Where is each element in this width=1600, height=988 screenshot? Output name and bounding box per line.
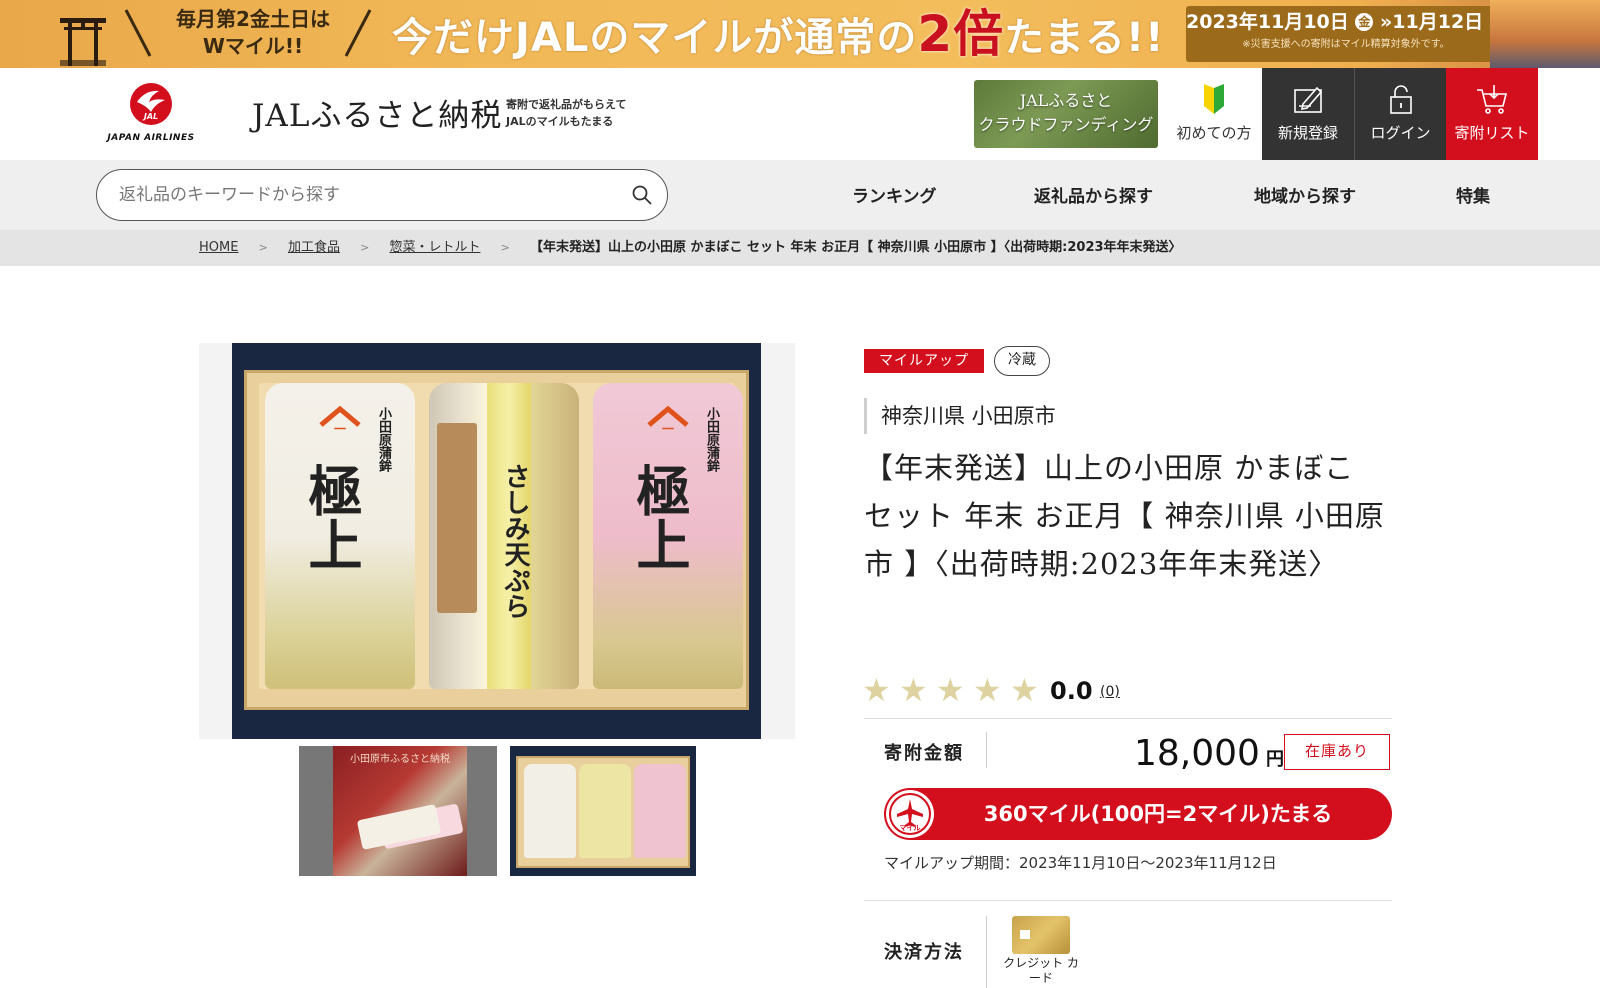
first-time-button[interactable]: 初めての方: [1168, 68, 1260, 160]
promo-period: 2023年11月10日 金 »11月12日 日 ※災害支援への寄附はマイル精算対…: [1186, 6, 1508, 62]
search-icon[interactable]: [631, 184, 653, 206]
search-input[interactable]: [119, 182, 599, 208]
breadcrumb-separator: >: [500, 241, 510, 254]
search-box: [96, 169, 668, 221]
star-icon: ★: [899, 671, 928, 709]
login-button[interactable]: ログイン: [1354, 68, 1446, 160]
main-product-image[interactable]: 一 小田原蒲鉾 極上 さしみ天ぷら 一 小田原蒲鉾 極上: [199, 343, 795, 739]
breadcrumb-processed-food[interactable]: 加工食品: [288, 240, 340, 255]
yamaichi-mark-icon: 一: [319, 405, 361, 435]
kamaboko-white-pack: 一 小田原蒲鉾 極上: [265, 383, 415, 689]
promo-lead: 毎月第2金土日は Wマイル!!: [176, 7, 330, 58]
star-icon: ★: [862, 671, 891, 709]
municipality[interactable]: 神奈川県 小田原市: [864, 398, 1056, 434]
crowdfunding-banner[interactable]: JALふるさと クラウドファンディング: [974, 80, 1158, 148]
register-button[interactable]: 新規登録: [1262, 68, 1354, 160]
pencil-icon: [1294, 86, 1323, 113]
stock-status-badge: 在庫あり: [1284, 734, 1390, 770]
divider: [986, 732, 987, 768]
torii-icon: [60, 18, 106, 66]
swoosh-icon: [124, 9, 152, 57]
lock-icon: [1389, 85, 1412, 114]
svg-text:一: 一: [662, 422, 674, 435]
mileup-tag: マイルアップ: [864, 349, 984, 373]
breadcrumb-current: 【年末発送】山上の小田原 かまぼこ セット 年末 お正月【 神奈川県 小田原市 …: [529, 240, 1182, 255]
product-title: 【年末発送】山上の小田原 かまぼこ セット 年末 お正月【 神奈川県 小田原市 …: [864, 451, 1385, 581]
nav-features[interactable]: 特集: [1456, 182, 1490, 207]
svg-text:一: 一: [334, 422, 346, 435]
donation-amount: 18,000 円: [1134, 733, 1284, 774]
nav-search-by-region[interactable]: 地域から探す: [1254, 182, 1356, 207]
site-title[interactable]: JALふるさと納税: [252, 90, 502, 135]
miles-banner: マイル 360マイル(100円=2マイル)たまる: [884, 788, 1392, 840]
divider: [864, 900, 1392, 901]
breadcrumb: HOME > 加工食品 > 惣菜・レトルト > 【年末発送】山上の小田原 かまぼ…: [0, 230, 1600, 266]
breadcrumb-side-dishes[interactable]: 惣菜・レトルト: [389, 240, 480, 255]
main-nav: ランキング 返礼品から探す 地域から探す 特集: [0, 160, 1600, 230]
sashimi-tempura-pack: さしみ天ぷら: [429, 383, 579, 689]
nav-ranking[interactable]: ランキング: [852, 182, 937, 207]
miles-badge: マイル: [886, 790, 934, 838]
yamaichi-mark-icon: 一: [647, 405, 689, 435]
swoosh-icon: [344, 9, 372, 57]
jal-logo[interactable]: JAL JAPAN AIRLINES: [96, 82, 206, 148]
star-icon: ★: [1010, 671, 1039, 709]
review-count-link[interactable]: (0): [1100, 680, 1120, 704]
divider: [864, 718, 1392, 719]
promo-banner[interactable]: 毎月第2金土日は Wマイル!! 今だけJALのマイルが通常の2倍たまる!! 20…: [0, 0, 1600, 68]
promo-sunset-image: [1490, 0, 1600, 68]
promo-headline: 今だけJALのマイルが通常の2倍たまる!!: [392, 5, 1165, 63]
breadcrumb-home[interactable]: HOME: [199, 240, 238, 255]
site-tagline: 寄附で返礼品がもらえて JALのマイルもたまる: [506, 98, 627, 128]
kamaboko-pink-pack: 一 小田原蒲鉾 極上: [593, 383, 743, 689]
divider: [986, 916, 987, 988]
mileup-period: マイルアップ期間：2023年11月10日〜2023年11月12日: [884, 854, 1277, 872]
rating-value: 0.0: [1050, 677, 1093, 705]
star-icon: ★: [973, 671, 1002, 709]
nav-search-by-gift[interactable]: 返礼品から探す: [1034, 182, 1153, 207]
thumbnail-1[interactable]: 小田原市ふるさと納税: [299, 746, 497, 876]
refrigerated-tag: 冷蔵: [994, 346, 1050, 376]
thumbnail-2[interactable]: [510, 746, 696, 876]
credit-card-icon: [1012, 916, 1070, 954]
donation-amount-label: 寄附金額: [884, 743, 964, 764]
site-header: JAL JAPAN AIRLINES JALふるさと納税 寄附で返礼品がもらえて…: [0, 68, 1600, 160]
payment-method-label: 決済方法: [884, 942, 964, 963]
beginner-mark-icon: [1204, 84, 1224, 114]
breadcrumb-separator: >: [258, 241, 268, 254]
cart-icon: [1477, 85, 1508, 114]
donation-list-button[interactable]: 寄附リスト: [1446, 68, 1538, 160]
credit-card-label: クレジット カード: [1003, 956, 1079, 985]
jal-crane-icon: JAL: [130, 83, 172, 125]
breadcrumb-separator: >: [360, 241, 370, 254]
svg-text:JAL: JAL: [142, 112, 158, 121]
star-icon: ★: [936, 671, 965, 709]
